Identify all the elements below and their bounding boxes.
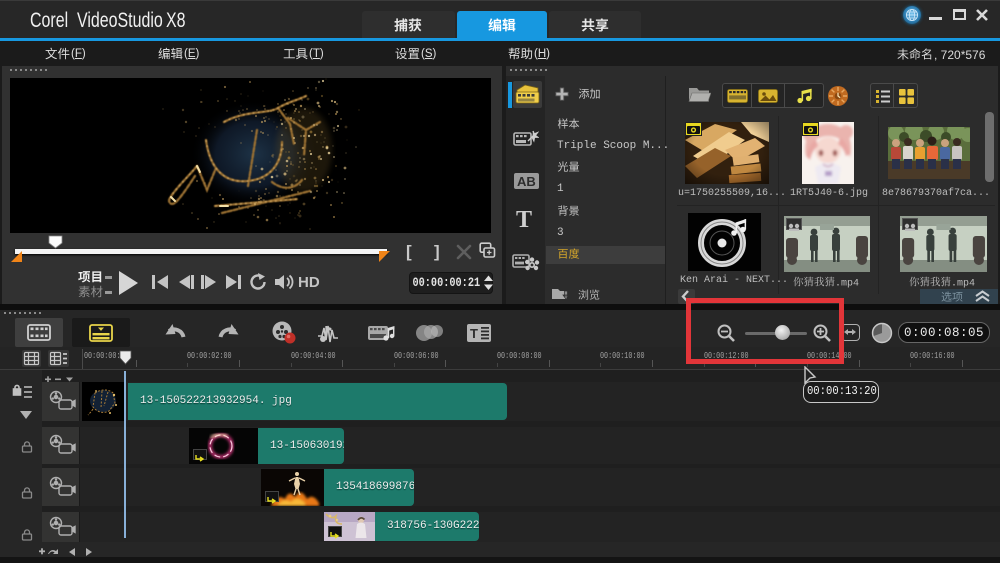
svg-text:.mp4: .mp4 (835, 279, 859, 290)
svg-text:.mp4: .mp4 (951, 279, 975, 290)
svg-text:AB: AB (517, 174, 536, 189)
svg-text:T: T (470, 326, 478, 341)
